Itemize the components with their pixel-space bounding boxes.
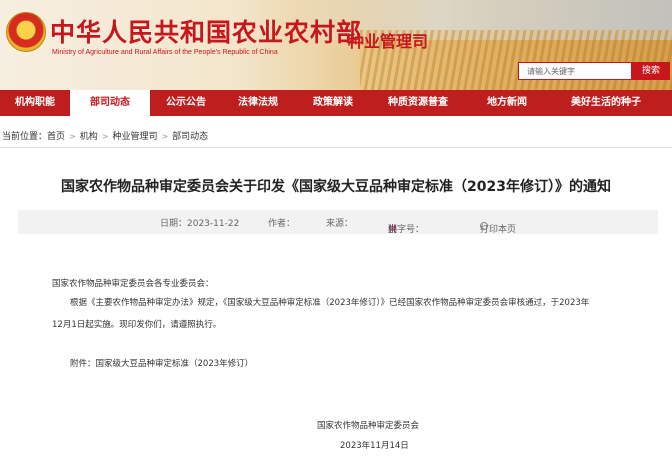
site-subtitle-english: Ministry of Agriculture and Rural Affair… (52, 49, 278, 56)
article-meta-bar: 日期：2023-11-22 作者： 来源： 【字号：大 中 小】 打印本页 (18, 210, 658, 235)
main-nav: 机构职能 部司动态 公示公告 法律法规 政策解读 种质资源普查 地方新闻 美好生… (0, 90, 672, 116)
breadcrumb-prefix: 当前位置： (2, 132, 48, 142)
signature-date: 2023年11月14日 (340, 441, 409, 451)
chevron-right-icon: > (69, 132, 76, 141)
paragraph-line-1: 根据《主要农作物品种审定办法》规定，《国家级大豆品种审定标准（2023年修订）》… (70, 298, 590, 308)
print-label: 打印本页 (480, 225, 517, 235)
article-title: 国家农作物品种审定委员会关于印发《国家级大豆品种审定标准（2023年修订）》的通… (61, 179, 611, 195)
national-emblem-icon (6, 12, 46, 52)
breadcrumb-dept[interactable]: 种业管理司 (112, 132, 157, 142)
chevron-right-icon: > (161, 132, 169, 141)
nav-item-jigou[interactable]: 机构职能 (0, 90, 70, 116)
font-size-suffix: 】 (388, 225, 398, 235)
chevron-right-icon: > (101, 132, 109, 141)
department-name: 种业管理司 (348, 32, 429, 51)
signature: 国家农作物品种审定委员会 (317, 421, 420, 431)
attachment-link[interactable]: 附件：国家级大豆品种审定标准（2023年修订） (70, 357, 253, 369)
nav-item-gongshi[interactable]: 公示公告 (150, 90, 222, 116)
nav-item-falv[interactable]: 法律法规 (222, 90, 294, 116)
nav-item-zhongzhi[interactable]: 种质资源普查 (372, 90, 464, 116)
breadcrumb-current[interactable]: 部司动态 (172, 132, 208, 142)
divider (0, 147, 672, 148)
breadcrumb-home[interactable]: 首页 (47, 132, 65, 142)
nav-item-difang[interactable]: 地方新闻 (464, 90, 550, 116)
nav-item-meihao[interactable]: 美好生活的种子 (550, 90, 662, 116)
article-source: 来源： (326, 219, 354, 229)
site-title[interactable]: 中华人民共和国农业农村部 (50, 13, 362, 49)
article-author: 作者： (268, 219, 296, 229)
search-button[interactable]: 搜索 (632, 62, 670, 80)
salutation: 国家农作物品种审定委员会各专业委员会： (52, 279, 214, 289)
search-input[interactable]: 请输入关键字 (518, 62, 632, 80)
breadcrumb-org[interactable]: 机构 (80, 132, 98, 142)
site-header: 中华人民共和国农业农村部 Ministry of Agriculture and… (0, 0, 672, 90)
nav-item-zhengce[interactable]: 政策解读 (294, 90, 372, 116)
paragraph-line-2: 12月1日起实施。现印发你们，请遵照执行。 (52, 320, 222, 330)
nav-item-busi-dongtai[interactable]: 部司动态 (70, 90, 150, 116)
article-date: 日期：2023-11-22 (160, 219, 240, 229)
breadcrumb: 当前位置：首页 > 机构 > 种业管理司 > 部司动态 (2, 129, 208, 142)
